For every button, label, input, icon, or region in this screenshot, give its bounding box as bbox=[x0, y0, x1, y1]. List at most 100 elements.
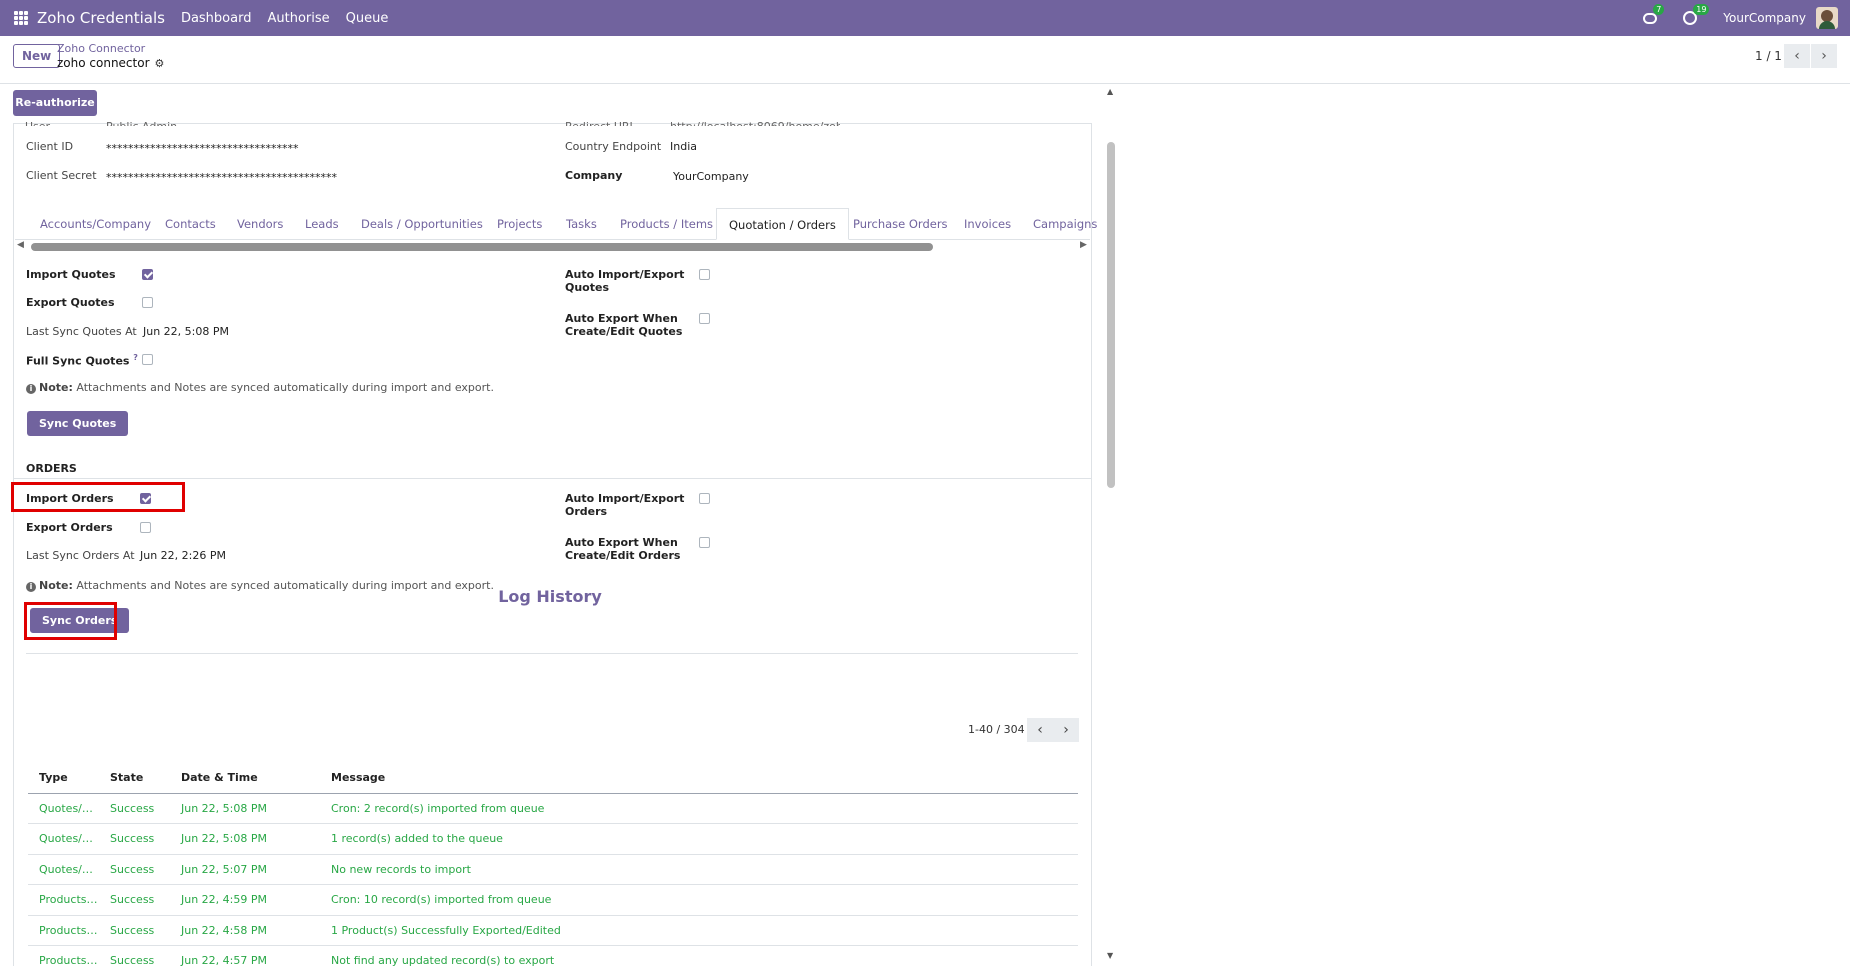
log-previous-button[interactable]: ‹ bbox=[1027, 718, 1053, 742]
cell-state: Success bbox=[99, 854, 170, 885]
tab-purchase-orders[interactable]: Purchase Orders bbox=[853, 208, 948, 240]
company-switcher[interactable]: YourCompany bbox=[1723, 11, 1806, 25]
tab-invoices[interactable]: Invoices bbox=[964, 208, 1011, 240]
notebook-tabs: Accounts/Company Contacts Vendors Leads … bbox=[15, 208, 1097, 240]
table-row[interactable]: Quotes/E... Success Jun 22, 5:07 PM No n… bbox=[28, 854, 1078, 885]
log-history-title: Log History bbox=[498, 587, 602, 606]
apps-menu-icon[interactable] bbox=[14, 11, 28, 25]
next-record-button[interactable]: › bbox=[1811, 44, 1837, 68]
form-scrollbar[interactable]: ▲ ▼ bbox=[1103, 85, 1120, 966]
column-type[interactable]: Type bbox=[28, 763, 99, 794]
auto-export-orders-checkbox[interactable] bbox=[699, 537, 710, 548]
cell-message: Cron: 2 record(s) imported from queue bbox=[320, 793, 1078, 824]
cell-type: Quotes/E... bbox=[28, 823, 99, 855]
record-name: zoho connector bbox=[57, 56, 150, 70]
client-id-value[interactable]: *********************************** bbox=[106, 142, 299, 155]
column-date-time[interactable]: Date & Time bbox=[170, 763, 320, 794]
auto-import-orders-checkbox[interactable] bbox=[699, 493, 710, 504]
table-row[interactable]: Products/... Success Jun 22, 4:59 PM Cro… bbox=[28, 884, 1078, 916]
gear-icon[interactable]: ⚙ bbox=[155, 57, 165, 70]
auto-import-orders-line1: Auto Import/Export bbox=[565, 492, 685, 505]
cell-date: Jun 22, 4:59 PM bbox=[170, 884, 320, 916]
tab-vendors[interactable]: Vendors bbox=[237, 208, 283, 240]
new-button[interactable]: New bbox=[13, 44, 61, 68]
sync-quotes-button[interactable]: Sync Quotes bbox=[27, 411, 129, 436]
export-quotes-checkbox[interactable] bbox=[142, 297, 153, 308]
help-tooltip-icon[interactable]: ? bbox=[133, 353, 138, 362]
menu-dashboard[interactable]: Dashboard bbox=[181, 11, 252, 26]
export-orders-checkbox[interactable] bbox=[140, 522, 151, 533]
tab-deals-opportunities[interactable]: Deals / Opportunities bbox=[361, 208, 483, 240]
full-sync-quotes-label: Full Sync Quotes ? bbox=[26, 353, 138, 368]
table-row[interactable]: Products/... Success Jun 22, 4:57 PM Not… bbox=[28, 945, 1078, 966]
quotes-note-bold: Note: bbox=[39, 381, 73, 394]
breadcrumb-current: zoho connector ⚙ bbox=[57, 56, 164, 70]
app-brand[interactable]: Zoho Credentials bbox=[37, 9, 165, 27]
table-row[interactable]: Products/... Success Jun 22, 4:58 PM 1 P… bbox=[28, 915, 1078, 946]
cell-state: Success bbox=[99, 915, 170, 946]
info-icon: i bbox=[26, 384, 36, 394]
scroll-left-icon[interactable]: ◀ bbox=[17, 240, 24, 250]
auto-export-quotes-checkbox[interactable] bbox=[699, 313, 710, 324]
table-row[interactable]: Quotes/E... Success Jun 22, 5:08 PM 1 re… bbox=[28, 823, 1078, 855]
cutoff-label: User bbox=[25, 120, 65, 126]
cell-message: 1 record(s) added to the queue bbox=[320, 823, 1078, 855]
company-value[interactable]: YourCompany bbox=[673, 170, 749, 183]
user-avatar[interactable] bbox=[1816, 7, 1838, 29]
menu-queue[interactable]: Queue bbox=[346, 11, 389, 26]
tab-accounts-company[interactable]: Accounts/Company bbox=[40, 208, 151, 240]
auto-import-orders-label: Auto Import/Export Orders bbox=[565, 492, 684, 518]
cell-type: Products/... bbox=[28, 915, 99, 946]
cell-type: Products/... bbox=[28, 945, 99, 966]
country-endpoint-label: Country Endpoint bbox=[565, 140, 662, 153]
scroll-up-icon[interactable]: ▲ bbox=[1107, 87, 1113, 96]
cutoff-value-right: http://localhost:8069/home/zoho bbox=[670, 120, 840, 126]
country-endpoint-value[interactable]: India bbox=[670, 140, 697, 153]
quotes-note: i Note: Attachments and Notes are synced … bbox=[26, 381, 494, 394]
tab-leads[interactable]: Leads bbox=[305, 208, 339, 240]
control-panel: New Zoho Connector zoho connector ⚙ 1 / 1… bbox=[0, 36, 1850, 84]
tabs-scroll-thumb[interactable] bbox=[31, 243, 933, 251]
scroll-right-icon[interactable]: ▶ bbox=[1080, 240, 1087, 250]
table-row[interactable]: Quotes/E... Success Jun 22, 5:08 PM Cron… bbox=[28, 793, 1078, 824]
cell-state: Success bbox=[99, 793, 170, 824]
reauthorize-button[interactable]: Re-authorize bbox=[13, 90, 97, 116]
client-secret-value[interactable]: ****************************************… bbox=[106, 171, 337, 184]
cell-message: 1 Product(s) Successfully Exported/Edite… bbox=[320, 915, 1078, 946]
auto-import-quotes-checkbox[interactable] bbox=[699, 269, 710, 280]
cell-type: Products/... bbox=[28, 884, 99, 916]
quotes-note-text: Attachments and Notes are synced automat… bbox=[72, 381, 494, 394]
tab-contacts[interactable]: Contacts bbox=[165, 208, 216, 240]
import-orders-highlight bbox=[11, 482, 185, 512]
tab-tasks[interactable]: Tasks bbox=[566, 208, 597, 240]
tabs-scrollbar[interactable]: ◀ ▶ bbox=[15, 240, 1090, 252]
cell-state: Success bbox=[99, 945, 170, 966]
company-label: Company bbox=[565, 169, 623, 182]
cell-message: Cron: 10 record(s) imported from queue bbox=[320, 884, 1078, 916]
form-scroll-thumb[interactable] bbox=[1107, 142, 1115, 488]
messages-icon[interactable]: 7 bbox=[1643, 4, 1665, 25]
cell-date: Jun 22, 4:57 PM bbox=[170, 945, 320, 966]
auto-export-orders-line2: Create/Edit Orders bbox=[565, 549, 681, 562]
auto-export-quotes-line1: Auto Export When bbox=[565, 312, 678, 325]
import-quotes-checkbox[interactable] bbox=[142, 269, 153, 280]
full-sync-quotes-checkbox[interactable] bbox=[142, 354, 153, 365]
scroll-down-icon[interactable]: ▼ bbox=[1107, 951, 1113, 960]
previous-record-button[interactable]: ‹ bbox=[1784, 44, 1810, 68]
full-sync-quotes-text: Full Sync Quotes bbox=[26, 354, 130, 368]
tab-quotation-orders[interactable]: Quotation / Orders bbox=[716, 208, 849, 240]
tab-products-items[interactable]: Products / Items bbox=[620, 208, 713, 240]
tab-projects[interactable]: Projects bbox=[497, 208, 542, 240]
menu-authorise[interactable]: Authorise bbox=[267, 11, 329, 26]
log-next-button[interactable]: › bbox=[1053, 718, 1079, 742]
column-message[interactable]: Message bbox=[320, 763, 1078, 794]
column-state[interactable]: State bbox=[99, 763, 170, 794]
tab-campaigns[interactable]: Campaigns bbox=[1033, 208, 1097, 240]
activities-icon[interactable]: 19 bbox=[1683, 4, 1710, 25]
orders-note-bold: Note: bbox=[39, 579, 73, 592]
breadcrumb-parent[interactable]: Zoho Connector bbox=[57, 42, 145, 55]
cell-date: Jun 22, 5:08 PM bbox=[170, 823, 320, 855]
export-orders-label: Export Orders bbox=[26, 521, 113, 534]
export-quotes-label: Export Quotes bbox=[26, 296, 115, 309]
cell-state: Success bbox=[99, 884, 170, 916]
